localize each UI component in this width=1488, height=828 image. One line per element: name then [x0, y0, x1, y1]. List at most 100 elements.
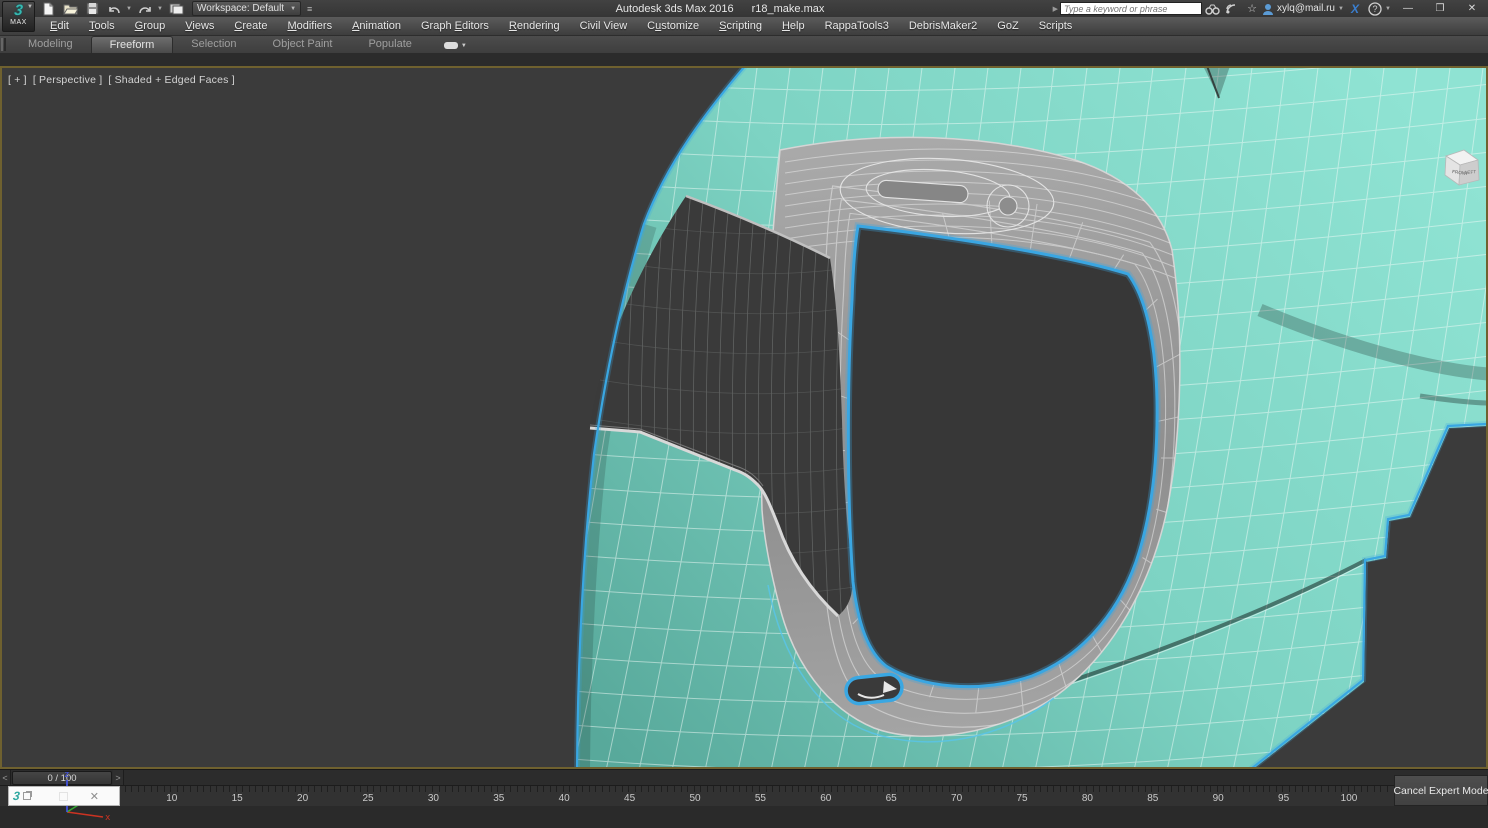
ribbon-tab[interactable]: Object Paint	[255, 36, 351, 53]
search-collapse-icon[interactable]: ▶	[1053, 5, 1058, 13]
menu-item[interactable]: Views	[175, 17, 224, 36]
viewport-menu-shading[interactable]: [ Shaded + Edged Faces ]	[108, 74, 235, 86]
menu-item[interactable]: Scripting	[709, 17, 772, 36]
viewport-menu-general[interactable]: [ + ]	[8, 74, 27, 86]
search-input[interactable]	[1060, 2, 1202, 15]
ruler-frame-number: 25	[362, 793, 373, 804]
help-icon: ?	[1368, 2, 1382, 16]
save-floppy-icon	[86, 2, 99, 15]
menu-item[interactable]: Group	[125, 17, 176, 36]
menu-item[interactable]: Customize	[637, 17, 709, 36]
menu-item[interactable]: RappaTools3	[815, 17, 899, 36]
ribbon-tab[interactable]: Modeling	[10, 36, 91, 53]
chevron-down-icon: ▼	[1338, 6, 1345, 12]
minimized-window-titlebar[interactable]: 3 ✕	[8, 786, 120, 806]
previous-frame-button[interactable]: <	[0, 770, 11, 786]
save-file-button[interactable]	[82, 1, 102, 16]
document-name: r18_make.max	[752, 3, 825, 15]
minimize-button[interactable]: —	[1392, 0, 1424, 17]
menu-item[interactable]: Tools	[79, 17, 125, 36]
workspace-selector[interactable]: Workspace: Default ▼	[192, 1, 301, 16]
account-menu[interactable]: xylq@mail.ru ▼	[1262, 3, 1345, 15]
ribbon-minimize-button[interactable]: ▼	[444, 42, 467, 53]
undo-dropdown[interactable]: ▼	[126, 6, 133, 12]
window-title: Autodesk 3ds Max 2016 r18_make.max	[420, 0, 1020, 17]
cancel-expert-mode-button[interactable]: Cancel Expert Mode	[1394, 775, 1488, 806]
toolbar-overflow-button[interactable]: ≡	[307, 4, 312, 14]
ruler-frame-number: 85	[1147, 793, 1158, 804]
redo-dropdown[interactable]: ▼	[157, 6, 164, 12]
app-title: Autodesk 3ds Max 2016	[616, 3, 734, 15]
axis-z-label: z	[64, 770, 69, 780]
ruler-frame-number: 75	[1016, 793, 1027, 804]
app-menu-button[interactable]: 3 MAX ▼	[2, 1, 35, 32]
perspective-viewport[interactable]: [ + ] [ Perspective ] [ Shaded + Edged F…	[0, 66, 1488, 769]
menu-item[interactable]: Create	[224, 17, 277, 36]
menu-item[interactable]: Animation	[342, 17, 411, 36]
open-folder-icon	[63, 2, 78, 15]
ribbon-tab-strip: ModelingFreeformSelectionObject PaintPop…	[0, 36, 1488, 53]
restore-window-icon[interactable]	[23, 792, 31, 800]
ruler-frame-number: 95	[1278, 793, 1289, 804]
3dsmax-mini-logo-icon: 3	[12, 789, 20, 803]
menu-item[interactable]: Civil View	[570, 17, 637, 36]
undo-button[interactable]	[104, 1, 124, 16]
ruler-frame-number: 40	[559, 793, 570, 804]
search-button[interactable]	[1202, 1, 1222, 16]
exchange-apps-button[interactable]: X	[1345, 1, 1365, 16]
track-bar-ruler[interactable]: 101520253035404550556065707580859095100	[0, 785, 1488, 806]
viewcube[interactable]: FRONT LEFT	[1438, 144, 1486, 192]
ribbon-pill-icon	[444, 42, 458, 49]
ribbon-tab[interactable]: Selection	[173, 36, 254, 53]
maximize-window-icon[interactable]	[59, 792, 68, 801]
viewcube-side-label: LEFT	[1465, 169, 1477, 175]
time-slider-row: < 0 / 100 >	[0, 769, 1488, 785]
close-window-icon[interactable]: ✕	[90, 790, 99, 803]
app-logo-label: MAX	[3, 19, 34, 27]
chevron-down-icon: ▼	[461, 43, 467, 49]
svg-text:?: ?	[1372, 4, 1377, 14]
favorites-button[interactable]: ☆	[1242, 1, 1262, 16]
ruler-frame-number: 15	[232, 793, 243, 804]
binoculars-icon	[1205, 3, 1220, 15]
chevron-down-icon: ▼	[290, 6, 296, 12]
help-dropdown[interactable]: ▼	[1385, 6, 1392, 12]
quick-access-toolbar: ▼ ▼ Workspace: Default ▼ ≡	[38, 0, 312, 17]
ribbon-tab[interactable]: Populate	[350, 36, 429, 53]
menu-item[interactable]: GoZ	[987, 17, 1028, 36]
maximize-button[interactable]: ❒	[1424, 0, 1456, 17]
ruler-frame-number: 45	[624, 793, 635, 804]
redo-button[interactable]	[135, 1, 155, 16]
menu-item[interactable]: Graph Editors	[411, 17, 499, 36]
menu-item[interactable]: DebrisMaker2	[899, 17, 987, 36]
viewport-canvas[interactable]	[2, 68, 1486, 767]
help-button[interactable]: ?	[1365, 1, 1385, 16]
ruler-frame-number: 50	[689, 793, 700, 804]
ruler-frame-number: 10	[166, 793, 177, 804]
ruler-frame-number: 70	[951, 793, 962, 804]
help-search: ▶	[1053, 2, 1202, 15]
communication-center-button[interactable]	[1222, 1, 1242, 16]
redo-arrow-icon	[138, 3, 153, 15]
next-frame-button[interactable]: >	[113, 770, 124, 786]
ruler-frame-number: 35	[493, 793, 504, 804]
menu-item[interactable]: Rendering	[499, 17, 570, 36]
open-file-button[interactable]	[60, 1, 80, 16]
ruler-frame-number: 90	[1213, 793, 1224, 804]
ruler-frame-number: 60	[820, 793, 831, 804]
menu-item[interactable]: Scripts	[1029, 17, 1083, 36]
ruler-frame-number: 80	[1082, 793, 1093, 804]
undo-arrow-icon	[107, 3, 122, 15]
menu-item[interactable]: Edit	[40, 17, 79, 36]
viewport-menu-pov[interactable]: [ Perspective ]	[33, 74, 103, 86]
project-folder-button[interactable]	[166, 1, 186, 16]
menu-item[interactable]: Help	[772, 17, 815, 36]
toolbar-grip[interactable]	[1, 38, 6, 51]
new-scene-button[interactable]	[38, 1, 58, 16]
ruler-frame-number: 55	[755, 793, 766, 804]
axis-x-line	[67, 812, 103, 817]
menu-item[interactable]: Modifiers	[277, 17, 342, 36]
close-button[interactable]: ✕	[1456, 0, 1488, 17]
viewport-label: [ + ] [ Perspective ] [ Shaded + Edged F…	[8, 74, 235, 86]
ribbon-tab[interactable]: Freeform	[91, 36, 174, 53]
